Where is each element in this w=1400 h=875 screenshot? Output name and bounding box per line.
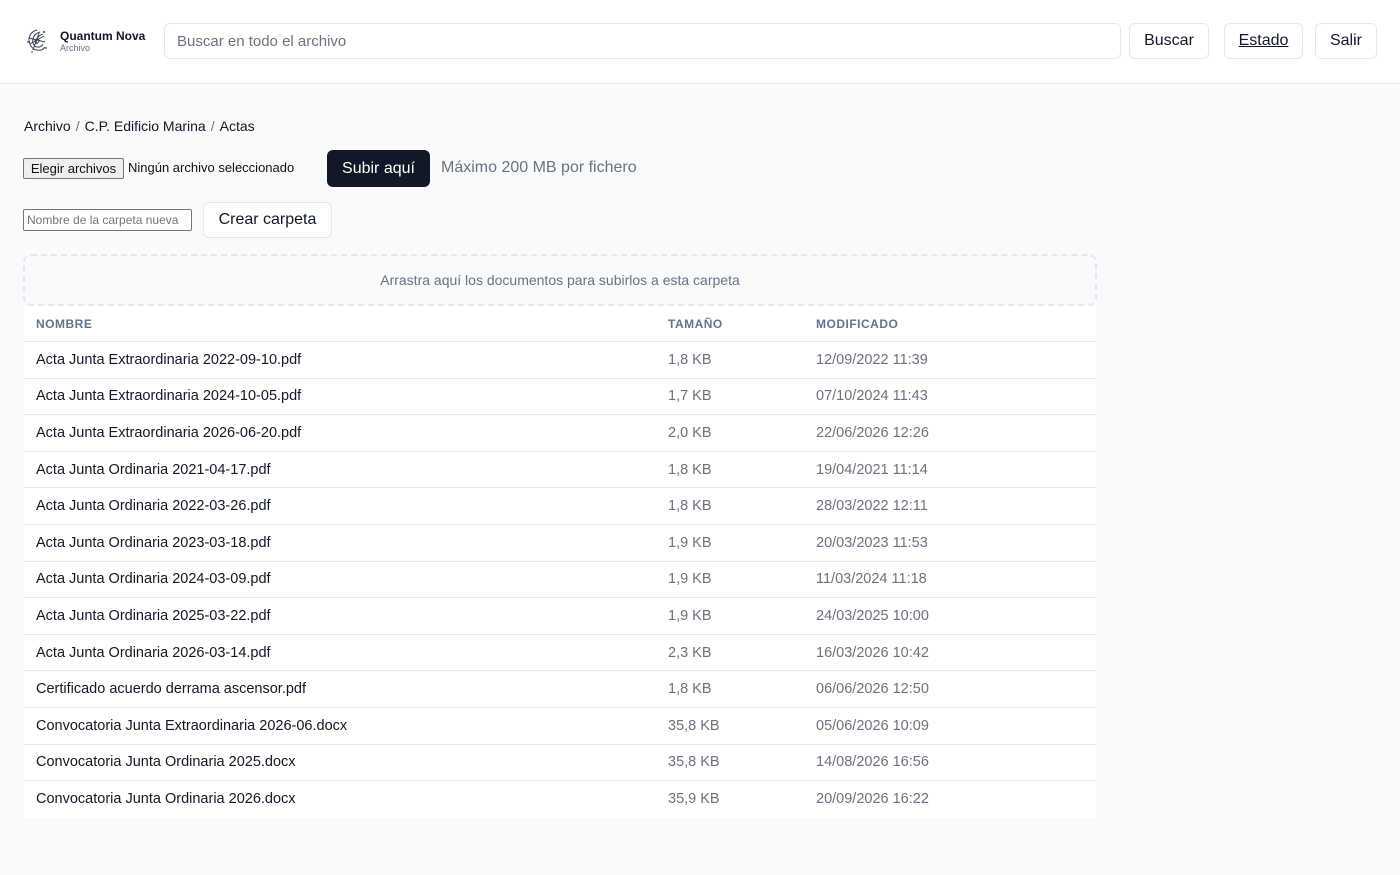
table-row[interactable]: Acta Junta Ordinaria 2021-04-17.pdf 1,8 K… xyxy=(24,452,1096,489)
upload-here-button[interactable]: Subir aquí xyxy=(327,150,430,187)
file-table: NOMBRE TAMAÑO MODIFICADO Acta Junta Extr… xyxy=(24,306,1096,818)
table-row[interactable]: Acta Junta Extraordinaria 2026-06-20.pdf… xyxy=(24,415,1096,452)
create-folder-button[interactable]: Crear carpeta xyxy=(203,202,332,238)
file-modified: 19/04/2021 11:14 xyxy=(816,461,928,478)
file-name[interactable]: Acta Junta Extraordinaria 2024-10-05.pdf xyxy=(24,388,668,404)
breadcrumb: Archivo / C.P. Edificio Marina / Actas xyxy=(24,117,255,135)
file-name[interactable]: Convocatoria Junta Ordinaria 2026.docx xyxy=(24,791,668,807)
file-selection-status: Ningún archivo seleccionado xyxy=(128,160,295,175)
brand-subtitle: Archivo xyxy=(60,42,91,53)
breadcrumb-item-archivo[interactable]: Archivo xyxy=(24,118,71,134)
brand-name: Quantum Nova xyxy=(60,28,146,43)
file-modified: 14/08/2026 16:56 xyxy=(816,754,929,771)
file-name[interactable]: Acta Junta Extraordinaria 2026-06-20.pdf xyxy=(24,425,668,441)
file-name[interactable]: Certificado acuerdo derrama ascensor.pdf xyxy=(24,681,668,697)
upload-size-hint: Máximo 200 MB por fichero xyxy=(441,159,637,176)
dropzone-text: Arrastra aquí los documentos para subirl… xyxy=(380,272,740,288)
file-name[interactable]: Convocatoria Junta Extraordinaria 2026-0… xyxy=(24,718,668,734)
brand[interactable]: Quantum Nova Archivo xyxy=(24,26,145,56)
file-name[interactable]: Acta Junta Ordinaria 2021-04-17.pdf xyxy=(24,462,668,478)
table-row[interactable]: Convocatoria Junta Extraordinaria 2026-0… xyxy=(24,708,1096,745)
file-name[interactable]: Convocatoria Junta Ordinaria 2025.docx xyxy=(24,754,668,770)
file-name[interactable]: Acta Junta Extraordinaria 2022-09-10.pdf xyxy=(24,352,668,368)
file-modified: 12/09/2022 11:39 xyxy=(816,351,928,368)
status-link-button[interactable]: Estado xyxy=(1224,23,1303,59)
file-modified: 20/09/2026 16:22 xyxy=(816,791,929,808)
file-modified: 11/03/2024 11:18 xyxy=(816,571,927,588)
file-modified: 06/06/2026 12:50 xyxy=(816,681,929,698)
file-name[interactable]: Acta Junta Ordinaria 2026-03-14.pdf xyxy=(24,645,668,661)
file-name[interactable]: Acta Junta Ordinaria 2023-03-18.pdf xyxy=(24,535,668,551)
file-name[interactable]: Acta Junta Ordinaria 2022-03-26.pdf xyxy=(24,498,668,514)
file-size: 1,8 KB xyxy=(668,681,712,698)
table-row[interactable]: Acta Junta Extraordinaria 2024-10-05.pdf… xyxy=(24,379,1096,416)
file-modified: 07/10/2024 11:43 xyxy=(816,388,928,405)
column-header-modified[interactable]: MODIFICADO xyxy=(816,317,1096,331)
file-modified: 16/03/2026 10:42 xyxy=(816,644,929,661)
file-size: 1,9 KB xyxy=(668,534,712,551)
top-bar: Quantum Nova Archivo Buscar Estado Salir xyxy=(0,0,1400,84)
file-size: 1,7 KB xyxy=(668,388,712,405)
breadcrumb-item-current: Actas xyxy=(219,118,255,134)
search-button[interactable]: Buscar xyxy=(1129,23,1209,59)
file-size: 1,8 KB xyxy=(668,351,712,368)
quantum-swirl-icon xyxy=(27,29,47,53)
table-row[interactable]: Convocatoria Junta Ordinaria 2026.docx 35… xyxy=(24,781,1096,818)
table-row[interactable]: Acta Junta Ordinaria 2025-03-22.pdf 1,9 K… xyxy=(24,598,1096,635)
file-name[interactable]: Acta Junta Ordinaria 2025-03-22.pdf xyxy=(24,608,668,624)
table-row[interactable]: Convocatoria Junta Ordinaria 2025.docx 35… xyxy=(24,745,1096,782)
logout-button[interactable]: Salir xyxy=(1315,23,1377,59)
file-size: 1,8 KB xyxy=(668,461,712,478)
table-header: NOMBRE TAMAÑO MODIFICADO xyxy=(24,306,1096,342)
file-size: 1,9 KB xyxy=(668,607,712,624)
new-folder-name-input[interactable] xyxy=(23,209,192,231)
table-row[interactable]: Certificado acuerdo derrama ascensor.pdf… xyxy=(24,671,1096,708)
file-modified: 28/03/2022 12:11 xyxy=(816,498,928,515)
column-header-size[interactable]: TAMAÑO xyxy=(668,317,816,331)
file-size: 1,9 KB xyxy=(668,571,712,588)
file-modified: 24/03/2025 10:00 xyxy=(816,607,929,624)
table-row[interactable]: Acta Junta Ordinaria 2024-03-09.pdf 1,9 K… xyxy=(24,562,1096,599)
breadcrumb-separator: / xyxy=(75,118,80,134)
upload-dropzone[interactable]: Arrastra aquí los documentos para subirl… xyxy=(23,254,1097,306)
column-header-name[interactable]: NOMBRE xyxy=(24,317,668,331)
search-input[interactable] xyxy=(164,23,1121,59)
file-size: 1,8 KB xyxy=(668,498,712,515)
table-row[interactable]: Acta Junta Ordinaria 2026-03-14.pdf 2,3 K… xyxy=(24,635,1096,672)
file-size: 2,3 KB xyxy=(668,644,712,661)
file-name[interactable]: Acta Junta Ordinaria 2024-03-09.pdf xyxy=(24,571,668,587)
choose-files-button[interactable]: Elegir archivos xyxy=(23,158,124,179)
table-row[interactable]: Acta Junta Ordinaria 2022-03-26.pdf 1,8 K… xyxy=(24,488,1096,525)
breadcrumb-separator: / xyxy=(210,118,215,134)
file-size: 35,8 KB xyxy=(668,754,720,771)
file-modified: 22/06/2026 12:26 xyxy=(816,424,929,441)
breadcrumb-item-edificio-marina[interactable]: C.P. Edificio Marina xyxy=(85,118,206,134)
file-modified: 05/06/2026 10:09 xyxy=(816,717,929,734)
table-row[interactable]: Acta Junta Extraordinaria 2022-09-10.pdf… xyxy=(24,342,1096,379)
table-row[interactable]: Acta Junta Ordinaria 2023-03-18.pdf 1,9 K… xyxy=(24,525,1096,562)
file-modified: 20/03/2023 11:53 xyxy=(816,534,928,551)
file-size: 35,9 KB xyxy=(668,791,720,808)
file-size: 35,8 KB xyxy=(668,717,720,734)
file-size: 2,0 KB xyxy=(668,424,712,441)
